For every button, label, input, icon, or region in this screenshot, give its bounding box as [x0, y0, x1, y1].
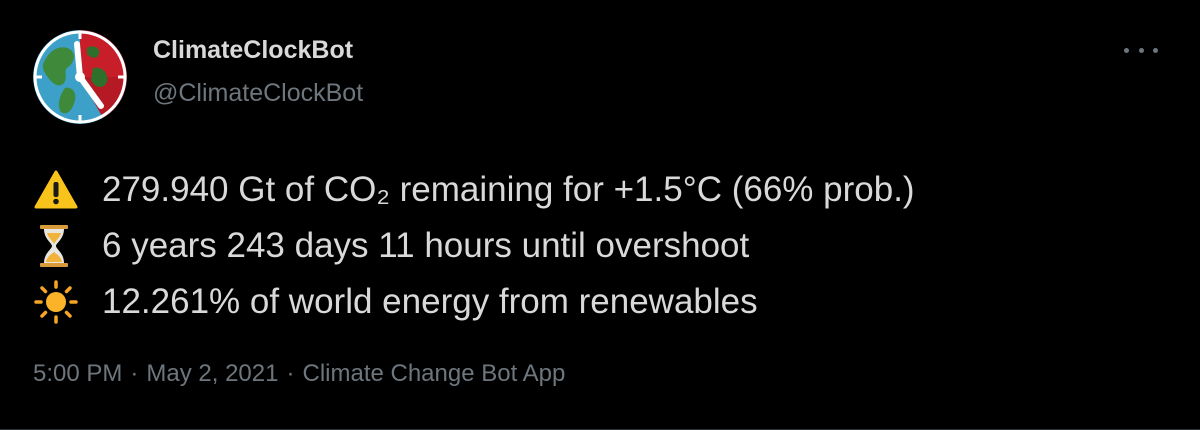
author-display-name[interactable]: ClimateClockBot	[153, 36, 353, 65]
tweet-timestamp-time[interactable]: 5:00 PM	[33, 360, 122, 387]
more-options-button[interactable]	[1124, 40, 1158, 60]
avatar[interactable]	[33, 30, 127, 124]
tweet-card: ClimateClockBot @ClimateClockBot 279.940…	[0, 0, 1200, 430]
tweet-line: 12.261% of world energy from renewables	[34, 274, 1174, 330]
tweet-source-link[interactable]: Climate Change Bot App	[302, 360, 565, 387]
renewables-share-text: 12.261% of world energy from renewables	[102, 282, 758, 321]
tweet-body: 279.940 Gt of CO₂ remaining for +1.5°C (…	[34, 162, 1174, 330]
author-handle[interactable]: @ClimateClockBot	[153, 79, 363, 108]
tweet-timestamp-date[interactable]: May 2, 2021	[146, 360, 278, 387]
more-horizontal-icon	[1124, 47, 1129, 53]
tweet-line: 279.940 Gt of CO₂ remaining for +1.5°C (…	[34, 162, 1174, 218]
overshoot-countdown-text: 6 years 243 days 11 hours until overshoo…	[102, 226, 750, 265]
meta-separator: ·	[130, 360, 139, 387]
hourglass-icon	[34, 223, 90, 269]
climate-clock-globe-icon	[33, 30, 127, 124]
meta-separator: ·	[286, 360, 295, 387]
remaining-budget-text: 279.940 Gt of CO₂ remaining for +1.5°C (…	[102, 170, 915, 209]
sun-icon	[34, 279, 90, 325]
tweet-line: 6 years 243 days 11 hours until overshoo…	[34, 218, 1174, 274]
warning-icon	[34, 167, 90, 213]
tweet-metadata: 5:00 PM · May 2, 2021 · Climate Change Bot A…	[33, 360, 565, 388]
